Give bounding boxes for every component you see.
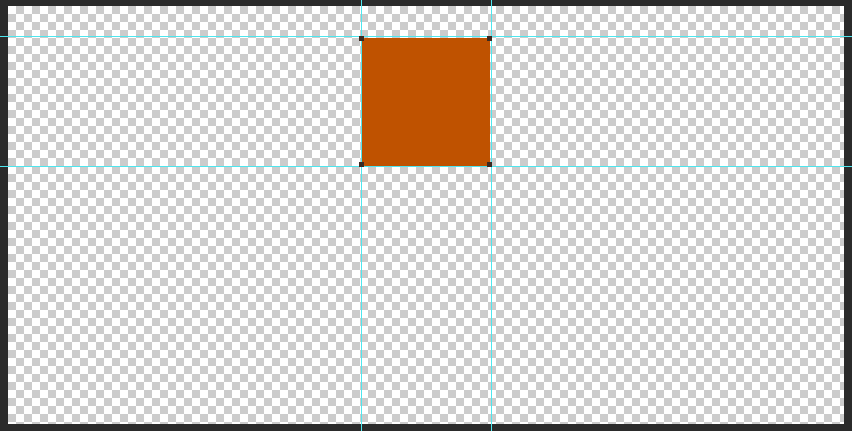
anchor-point-top-left[interactable] <box>359 36 364 41</box>
rounded-rectangle-layer[interactable] <box>362 38 490 166</box>
horizontal-guide-top[interactable] <box>0 36 852 37</box>
vertical-guide-right[interactable] <box>491 0 492 431</box>
workspace <box>0 0 852 431</box>
document-canvas[interactable] <box>8 6 844 424</box>
vertical-guide-left[interactable] <box>361 0 362 431</box>
horizontal-guide-bottom[interactable] <box>0 166 852 167</box>
anchor-point-bottom-right[interactable] <box>487 162 492 167</box>
anchor-point-top-right[interactable] <box>487 36 492 41</box>
anchor-point-bottom-left[interactable] <box>359 162 364 167</box>
